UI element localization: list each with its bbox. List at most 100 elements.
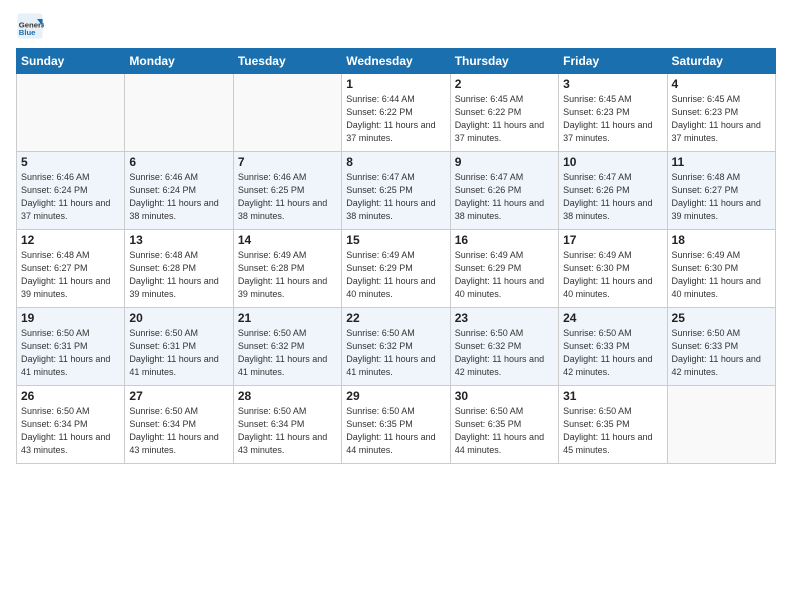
day-info: Sunrise: 6:46 AM Sunset: 6:24 PM Dayligh… (129, 171, 228, 223)
day-number: 31 (563, 389, 662, 403)
day-number: 2 (455, 77, 554, 91)
day-cell: 28 Sunrise: 6:50 AM Sunset: 6:34 PM Dayli… (233, 386, 341, 464)
day-number: 21 (238, 311, 337, 325)
day-number: 28 (238, 389, 337, 403)
day-number: 23 (455, 311, 554, 325)
day-cell: 23 Sunrise: 6:50 AM Sunset: 6:32 PM Dayli… (450, 308, 558, 386)
day-info: Sunrise: 6:50 AM Sunset: 6:35 PM Dayligh… (346, 405, 445, 457)
svg-text:Blue: Blue (19, 28, 36, 37)
weekday-header-saturday: Saturday (667, 49, 775, 74)
day-cell: 14 Sunrise: 6:49 AM Sunset: 6:28 PM Dayli… (233, 230, 341, 308)
weekday-header-friday: Friday (559, 49, 667, 74)
day-number: 14 (238, 233, 337, 247)
day-number: 11 (672, 155, 771, 169)
day-info: Sunrise: 6:50 AM Sunset: 6:31 PM Dayligh… (21, 327, 120, 379)
week-row-1: 1 Sunrise: 6:44 AM Sunset: 6:22 PM Daylig… (17, 74, 776, 152)
day-info: Sunrise: 6:50 AM Sunset: 6:34 PM Dayligh… (129, 405, 228, 457)
day-number: 19 (21, 311, 120, 325)
day-number: 5 (21, 155, 120, 169)
day-info: Sunrise: 6:45 AM Sunset: 6:23 PM Dayligh… (672, 93, 771, 145)
day-cell: 21 Sunrise: 6:50 AM Sunset: 6:32 PM Dayli… (233, 308, 341, 386)
day-cell: 7 Sunrise: 6:46 AM Sunset: 6:25 PM Daylig… (233, 152, 341, 230)
day-number: 25 (672, 311, 771, 325)
day-number: 29 (346, 389, 445, 403)
week-row-5: 26 Sunrise: 6:50 AM Sunset: 6:34 PM Dayli… (17, 386, 776, 464)
day-cell: 16 Sunrise: 6:49 AM Sunset: 6:29 PM Dayli… (450, 230, 558, 308)
day-info: Sunrise: 6:50 AM Sunset: 6:33 PM Dayligh… (563, 327, 662, 379)
day-number: 22 (346, 311, 445, 325)
day-cell (233, 74, 341, 152)
day-cell: 30 Sunrise: 6:50 AM Sunset: 6:35 PM Dayli… (450, 386, 558, 464)
day-number: 6 (129, 155, 228, 169)
calendar: SundayMondayTuesdayWednesdayThursdayFrid… (16, 48, 776, 464)
day-info: Sunrise: 6:48 AM Sunset: 6:28 PM Dayligh… (129, 249, 228, 301)
day-cell (17, 74, 125, 152)
day-cell (667, 386, 775, 464)
day-info: Sunrise: 6:49 AM Sunset: 6:30 PM Dayligh… (672, 249, 771, 301)
logo: General Blue (16, 12, 48, 40)
day-info: Sunrise: 6:48 AM Sunset: 6:27 PM Dayligh… (21, 249, 120, 301)
day-info: Sunrise: 6:49 AM Sunset: 6:29 PM Dayligh… (346, 249, 445, 301)
day-number: 27 (129, 389, 228, 403)
week-row-2: 5 Sunrise: 6:46 AM Sunset: 6:24 PM Daylig… (17, 152, 776, 230)
day-cell: 25 Sunrise: 6:50 AM Sunset: 6:33 PM Dayli… (667, 308, 775, 386)
day-info: Sunrise: 6:50 AM Sunset: 6:31 PM Dayligh… (129, 327, 228, 379)
day-info: Sunrise: 6:49 AM Sunset: 6:30 PM Dayligh… (563, 249, 662, 301)
day-cell: 10 Sunrise: 6:47 AM Sunset: 6:26 PM Dayli… (559, 152, 667, 230)
day-cell: 11Sunrise: 6:48 AM Sunset: 6:27 PM Dayli… (667, 152, 775, 230)
day-info: Sunrise: 6:50 AM Sunset: 6:34 PM Dayligh… (21, 405, 120, 457)
day-cell: 19 Sunrise: 6:50 AM Sunset: 6:31 PM Dayli… (17, 308, 125, 386)
day-number: 10 (563, 155, 662, 169)
day-info: Sunrise: 6:50 AM Sunset: 6:32 PM Dayligh… (455, 327, 554, 379)
day-number: 16 (455, 233, 554, 247)
day-number: 24 (563, 311, 662, 325)
day-cell: 13 Sunrise: 6:48 AM Sunset: 6:28 PM Dayli… (125, 230, 233, 308)
day-number: 30 (455, 389, 554, 403)
day-cell: 6 Sunrise: 6:46 AM Sunset: 6:24 PM Daylig… (125, 152, 233, 230)
day-number: 4 (672, 77, 771, 91)
day-info: Sunrise: 6:45 AM Sunset: 6:23 PM Dayligh… (563, 93, 662, 145)
day-info: Sunrise: 6:49 AM Sunset: 6:29 PM Dayligh… (455, 249, 554, 301)
day-info: Sunrise: 6:50 AM Sunset: 6:32 PM Dayligh… (346, 327, 445, 379)
day-cell: 26 Sunrise: 6:50 AM Sunset: 6:34 PM Dayli… (17, 386, 125, 464)
day-cell: 1 Sunrise: 6:44 AM Sunset: 6:22 PM Daylig… (342, 74, 450, 152)
day-info: Sunrise: 6:50 AM Sunset: 6:32 PM Dayligh… (238, 327, 337, 379)
day-cell: 8Sunrise: 6:47 AM Sunset: 6:25 PM Daylig… (342, 152, 450, 230)
day-info: Sunrise: 6:44 AM Sunset: 6:22 PM Dayligh… (346, 93, 445, 145)
day-cell: 15 Sunrise: 6:49 AM Sunset: 6:29 PM Dayli… (342, 230, 450, 308)
day-number: 15 (346, 233, 445, 247)
day-number: 1 (346, 77, 445, 91)
day-info: Sunrise: 6:46 AM Sunset: 6:24 PM Dayligh… (21, 171, 120, 223)
day-number: 9 (455, 155, 554, 169)
weekday-header-monday: Monday (125, 49, 233, 74)
header: General Blue (16, 12, 776, 40)
day-cell: 17 Sunrise: 6:49 AM Sunset: 6:30 PM Dayli… (559, 230, 667, 308)
day-info: Sunrise: 6:47 AM Sunset: 6:26 PM Dayligh… (563, 171, 662, 223)
day-number: 3 (563, 77, 662, 91)
weekday-header-sunday: Sunday (17, 49, 125, 74)
day-info: Sunrise: 6:45 AM Sunset: 6:22 PM Dayligh… (455, 93, 554, 145)
day-number: 18 (672, 233, 771, 247)
weekday-header-row: SundayMondayTuesdayWednesdayThursdayFrid… (17, 49, 776, 74)
week-row-3: 12 Sunrise: 6:48 AM Sunset: 6:27 PM Dayli… (17, 230, 776, 308)
weekday-header-wednesday: Wednesday (342, 49, 450, 74)
day-number: 20 (129, 311, 228, 325)
day-cell: 29 Sunrise: 6:50 AM Sunset: 6:35 PM Dayli… (342, 386, 450, 464)
day-number: 26 (21, 389, 120, 403)
day-cell: 2 Sunrise: 6:45 AM Sunset: 6:22 PM Daylig… (450, 74, 558, 152)
day-cell: 4 Sunrise: 6:45 AM Sunset: 6:23 PM Daylig… (667, 74, 775, 152)
weekday-header-thursday: Thursday (450, 49, 558, 74)
day-info: Sunrise: 6:50 AM Sunset: 6:34 PM Dayligh… (238, 405, 337, 457)
day-cell: 20 Sunrise: 6:50 AM Sunset: 6:31 PM Dayli… (125, 308, 233, 386)
day-number: 12 (21, 233, 120, 247)
day-info: Sunrise: 6:50 AM Sunset: 6:35 PM Dayligh… (455, 405, 554, 457)
day-info: Sunrise: 6:49 AM Sunset: 6:28 PM Dayligh… (238, 249, 337, 301)
day-info: Sunrise: 6:47 AM Sunset: 6:25 PM Dayligh… (346, 171, 445, 223)
week-row-4: 19 Sunrise: 6:50 AM Sunset: 6:31 PM Dayli… (17, 308, 776, 386)
day-number: 13 (129, 233, 228, 247)
day-number: 17 (563, 233, 662, 247)
day-info: Sunrise: 6:50 AM Sunset: 6:33 PM Dayligh… (672, 327, 771, 379)
day-number: 7 (238, 155, 337, 169)
weekday-header-tuesday: Tuesday (233, 49, 341, 74)
day-info: Sunrise: 6:46 AM Sunset: 6:25 PM Dayligh… (238, 171, 337, 223)
